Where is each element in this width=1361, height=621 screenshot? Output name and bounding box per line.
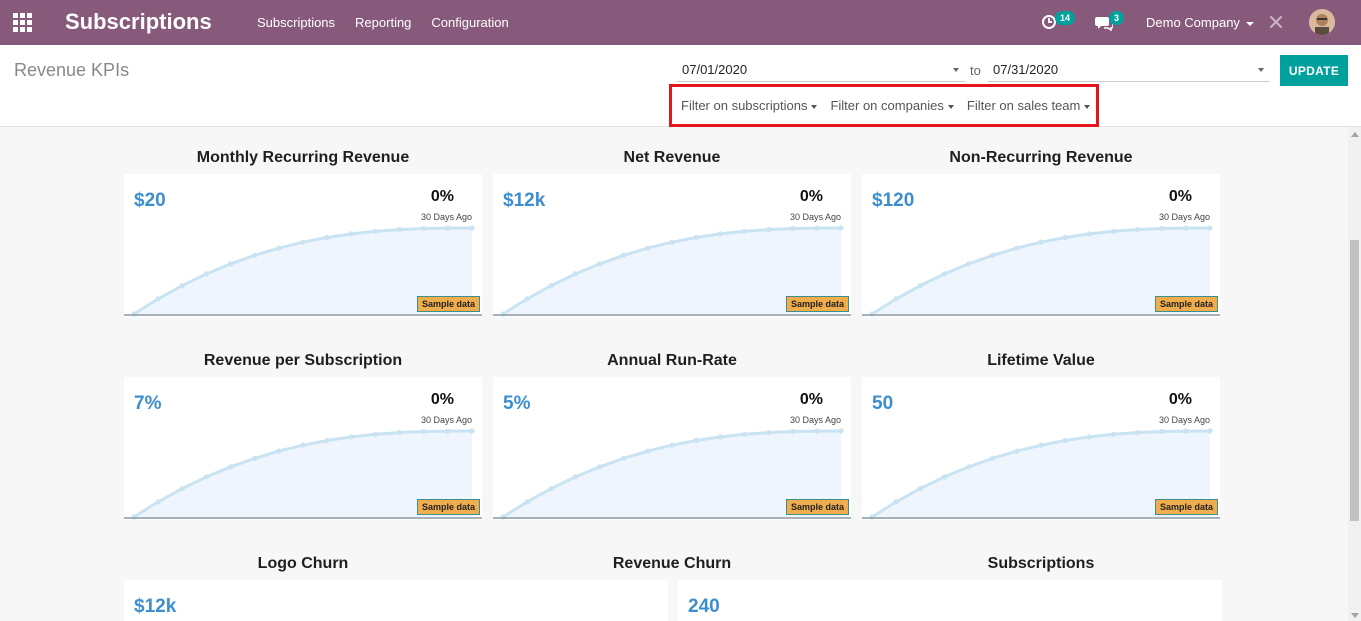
sample-data-badge: Sample data bbox=[786, 499, 850, 515]
messages-count-badge: 3 bbox=[1109, 11, 1125, 25]
kpi-title: Revenue Churn bbox=[612, 555, 732, 572]
kpi-card[interactable]: $12k 0% 30 Days Ago Sample data bbox=[493, 174, 851, 317]
kpi-title: Non-Recurring Revenue bbox=[949, 149, 1133, 166]
page-title: Revenue KPIs bbox=[14, 60, 130, 80]
kpi-comparison-label: 30 Days Ago bbox=[1158, 415, 1210, 425]
vertical-scrollbar[interactable] bbox=[1348, 127, 1361, 621]
kpi-value: $12k bbox=[503, 190, 546, 211]
date-from-field[interactable]: 07/01/2020 bbox=[677, 58, 965, 82]
sample-data-badge: Sample data bbox=[1155, 296, 1219, 312]
kpi-comparison-label: 30 Days Ago bbox=[420, 212, 472, 222]
sample-data-badge: Sample data bbox=[417, 499, 481, 515]
control-panel: Revenue KPIs 07/01/2020 to 07/31/2020 UP… bbox=[0, 45, 1361, 127]
menu-reporting[interactable]: Reporting bbox=[355, 15, 411, 30]
kpi-value: $120 bbox=[872, 190, 915, 211]
sample-data-badge: Sample data bbox=[417, 296, 481, 312]
filter-label: Filter on sales team bbox=[966, 98, 1081, 113]
menu-subscriptions[interactable]: Subscriptions bbox=[257, 15, 335, 30]
filter-label: Filter on subscriptions bbox=[681, 98, 808, 113]
top-navbar: Subscriptions Subscriptions Reporting Co… bbox=[0, 0, 1361, 45]
kpi-value: $12k bbox=[134, 596, 177, 617]
kpi-comparison-label: 30 Days Ago bbox=[1158, 212, 1210, 222]
kpi-change-percent: 0% bbox=[799, 188, 823, 205]
kpi-value: 7% bbox=[134, 393, 162, 414]
kpi-card[interactable]: 5% 0% 30 Days Ago Sample data bbox=[493, 377, 851, 520]
kpi-comparison-label: 30 Days Ago bbox=[789, 415, 841, 425]
kpi-value: $20 bbox=[134, 190, 166, 211]
app-name: Subscriptions bbox=[65, 9, 212, 34]
filters-bar: Filter on subscriptions Filter on compan… bbox=[669, 84, 1099, 127]
kpi-title: Lifetime Value bbox=[987, 352, 1095, 369]
kpi-value: 240 bbox=[688, 596, 720, 617]
kpi-change-percent: 0% bbox=[799, 391, 823, 408]
tools-icon bbox=[1270, 16, 1282, 28]
debug-tools-button[interactable] bbox=[1268, 14, 1284, 35]
apps-menu-icon[interactable] bbox=[13, 13, 32, 32]
kpi-card[interactable]: 50 0% 30 Days Ago Sample data bbox=[862, 377, 1220, 520]
activity-count-badge: 14 bbox=[1055, 11, 1076, 25]
kpi-value: 5% bbox=[503, 393, 531, 414]
kpi-card-logo-churn[interactable]: $12k bbox=[124, 580, 668, 621]
company-switcher[interactable]: Demo Company bbox=[1146, 15, 1254, 30]
kpi-title: Annual Run-Rate bbox=[607, 352, 737, 369]
kpi-card[interactable]: $20 0% 30 Days Ago Sample data bbox=[124, 174, 482, 317]
filter-companies-dropdown[interactable]: Filter on companies bbox=[830, 98, 954, 113]
avatar-image bbox=[1309, 9, 1335, 35]
kpi-title: Net Revenue bbox=[623, 149, 721, 166]
kpi-title: Subscriptions bbox=[987, 555, 1095, 572]
date-to-value: 07/31/2020 bbox=[993, 62, 1059, 77]
chevron-down-icon bbox=[811, 104, 818, 109]
chevron-down-icon bbox=[1245, 21, 1254, 26]
scroll-down-arrow-icon[interactable] bbox=[1351, 613, 1359, 618]
kpi-change-percent: 0% bbox=[430, 188, 454, 205]
chevron-down-icon bbox=[953, 68, 959, 72]
sample-data-badge: Sample data bbox=[786, 296, 850, 312]
user-avatar[interactable] bbox=[1309, 9, 1335, 35]
kpi-title: Monthly Recurring Revenue bbox=[196, 149, 410, 166]
filter-label: Filter on companies bbox=[830, 98, 944, 113]
messages-button[interactable]: 3 bbox=[1095, 11, 1129, 33]
kpi-card[interactable]: 7% 0% 30 Days Ago Sample data bbox=[124, 377, 482, 520]
scroll-up-arrow-icon[interactable] bbox=[1351, 132, 1359, 137]
kpi-comparison-label: 30 Days Ago bbox=[420, 415, 472, 425]
date-from-value: 07/01/2020 bbox=[682, 62, 748, 77]
kpi-change-percent: 0% bbox=[1168, 188, 1192, 205]
sample-data-badge: Sample data bbox=[1155, 499, 1219, 515]
kpi-title: Logo Churn bbox=[257, 555, 349, 572]
kpi-comparison-label: 30 Days Ago bbox=[789, 212, 841, 222]
kpi-change-percent: 0% bbox=[430, 391, 454, 408]
chevron-down-icon bbox=[947, 104, 954, 109]
filter-subscriptions-dropdown[interactable]: Filter on subscriptions bbox=[681, 98, 818, 113]
kpi-card-subscriptions[interactable]: 240 bbox=[678, 580, 1222, 621]
menu-configuration[interactable]: Configuration bbox=[431, 15, 508, 30]
kpi-card[interactable]: $120 0% 30 Days Ago Sample data bbox=[862, 174, 1220, 317]
chevron-down-icon bbox=[1258, 68, 1264, 72]
update-button[interactable]: UPDATE bbox=[1280, 55, 1348, 86]
scroll-thumb[interactable] bbox=[1350, 240, 1359, 521]
kpi-value: 50 bbox=[872, 393, 894, 414]
date-to-field[interactable]: 07/31/2020 bbox=[988, 58, 1270, 82]
main-menu: Subscriptions Reporting Configuration bbox=[257, 15, 509, 30]
kpi-title: Revenue per Subscription bbox=[203, 352, 403, 369]
kpi-change-percent: 0% bbox=[1168, 391, 1192, 408]
activity-button[interactable]: 14 bbox=[1041, 11, 1077, 33]
filter-sales-team-dropdown[interactable]: Filter on sales team bbox=[966, 98, 1091, 113]
date-separator: to bbox=[970, 63, 981, 78]
company-name: Demo Company bbox=[1146, 15, 1240, 30]
chevron-down-icon bbox=[1084, 104, 1091, 109]
